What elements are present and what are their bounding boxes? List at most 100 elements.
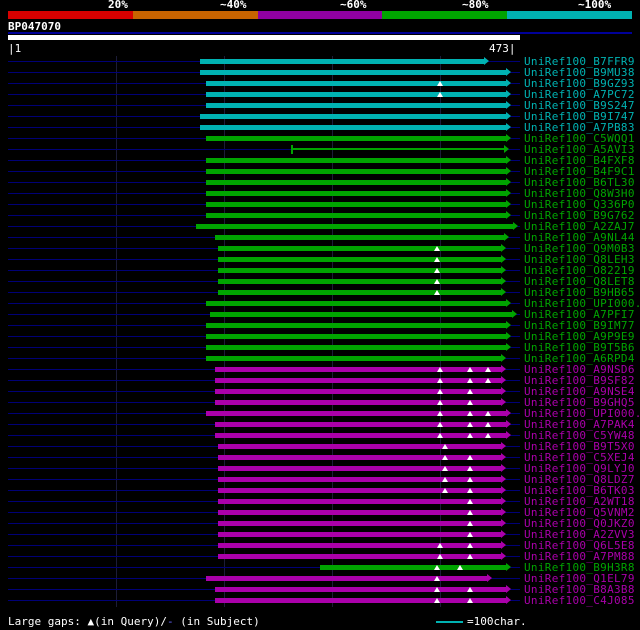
alignment-bar[interactable]: [210, 312, 512, 317]
alignment-bar[interactable]: [206, 301, 507, 306]
gap-marker-icon: [467, 433, 474, 438]
alignment-bar[interactable]: [214, 587, 507, 592]
alignment-bar-arrowhead: [506, 409, 512, 417]
alignment-bar[interactable]: [217, 532, 501, 537]
alignment-bar[interactable]: [217, 444, 501, 449]
alignment-bar-arrowhead: [500, 387, 506, 395]
alignment-bar[interactable]: [217, 279, 501, 284]
alignment-bar[interactable]: [217, 257, 501, 262]
alignment-bar[interactable]: [290, 148, 505, 150]
gap-marker-icon: [436, 411, 443, 416]
alignment-bar-arrowhead: [506, 134, 512, 142]
alignment-bar[interactable]: [206, 92, 507, 97]
alignment-bar[interactable]: [217, 246, 501, 251]
alignment-bar-arrowhead: [506, 299, 512, 307]
alignment-bar[interactable]: [214, 367, 501, 372]
scale-100char-label: =100char.: [467, 615, 527, 628]
alignment-bar-arrowhead: [506, 112, 512, 120]
gap-marker-icon: [467, 598, 474, 603]
alignment-bar[interactable]: [214, 378, 501, 383]
alignment-bar[interactable]: [217, 290, 501, 295]
alignment-bar-arrowhead: [506, 101, 512, 109]
alignment-bar[interactable]: [206, 356, 501, 361]
gap-marker-icon: [433, 598, 440, 603]
gap-marker-icon: [467, 378, 474, 383]
alignment-bar[interactable]: [217, 510, 501, 515]
alignment-bar[interactable]: [206, 158, 507, 163]
alignment-bar[interactable]: [217, 268, 501, 273]
alignment-bar-arrowhead: [500, 398, 506, 406]
alignment-bar[interactable]: [199, 59, 484, 64]
alignment-start-tick: [290, 145, 293, 154]
alignment-bar[interactable]: [214, 235, 505, 240]
gap-marker-icon: [436, 400, 443, 405]
alignment-bar-arrowhead: [506, 68, 512, 76]
alignment-bar-arrowhead: [506, 332, 512, 340]
alignment-bar[interactable]: [319, 565, 507, 570]
hit-label[interactable]: UniRef100_C4J085: [524, 595, 635, 606]
alignment-bar[interactable]: [199, 125, 507, 130]
gap-marker-icon: [484, 422, 491, 427]
alignment-bar[interactable]: [206, 213, 507, 218]
alignment-bar[interactable]: [214, 433, 507, 438]
alignment-bar[interactable]: [206, 334, 507, 339]
legend-segment-2: [257, 11, 383, 19]
alignment-bar[interactable]: [206, 323, 507, 328]
gap-marker-icon: [442, 455, 449, 460]
alignment-bar[interactable]: [206, 180, 507, 185]
alignment-bar[interactable]: [214, 389, 501, 394]
alignment-bar[interactable]: [206, 81, 507, 86]
alignment-bar[interactable]: [206, 576, 487, 581]
gap-marker-icon: [467, 510, 474, 515]
alignment-bar[interactable]: [206, 191, 507, 196]
gap-marker-icon: [436, 433, 443, 438]
alignment-bar[interactable]: [206, 411, 507, 416]
identity-legend-bar: [8, 11, 632, 19]
query-sequence-bar: [8, 35, 520, 40]
alignment-bar[interactable]: [217, 466, 501, 471]
gap-marker-icon: [442, 477, 449, 482]
alignment-bar[interactable]: [214, 400, 501, 405]
alignment-bar[interactable]: [206, 169, 507, 174]
gap-marker-icon: [467, 411, 474, 416]
alignment-bar-arrowhead: [506, 167, 512, 175]
alignment-bar-arrowhead: [500, 277, 506, 285]
alignment-bar[interactable]: [217, 499, 501, 504]
alignment-bar-arrowhead: [504, 233, 510, 241]
alignment-bar[interactable]: [206, 345, 507, 350]
alignment-plot: UniRef100_B7FFR9 UniRef100_B9MU38 UniRef10…: [0, 56, 640, 607]
alignment-bar[interactable]: [214, 598, 507, 603]
alignment-bar[interactable]: [196, 224, 513, 229]
alignment-bar[interactable]: [217, 543, 501, 548]
gap-marker-icon: [467, 532, 474, 537]
gap-marker-icon: [467, 499, 474, 504]
alignment-bar-arrowhead: [500, 541, 506, 549]
gap-marker-icon: [433, 576, 440, 581]
alignment-bar[interactable]: [217, 455, 501, 460]
alignment-bar[interactable]: [206, 103, 507, 108]
alignment-bar[interactable]: [214, 422, 507, 427]
alignment-bar-arrowhead: [506, 79, 512, 87]
alignment-bar[interactable]: [217, 554, 501, 559]
header-divider-band: [8, 32, 632, 34]
alignment-bar[interactable]: [199, 70, 507, 75]
alignment-bar[interactable]: [199, 114, 507, 119]
gap-marker-icon: [442, 444, 449, 449]
gap-marker-icon: [436, 378, 443, 383]
alignment-bar-arrowhead: [500, 288, 506, 296]
gap-marker-icon: [484, 433, 491, 438]
gap-marker-icon: [467, 422, 474, 427]
alignment-bar[interactable]: [206, 202, 507, 207]
gap-marker-icon: [467, 466, 474, 471]
gaps-legend-suffix: (in Subject): [173, 615, 260, 628]
gap-marker-icon: [467, 554, 474, 559]
alignment-bar[interactable]: [217, 521, 501, 526]
gaps-legend-text: Large gaps: ▲(in Query)/- (in Subject): [8, 616, 260, 628]
alignment-bar-arrowhead: [506, 420, 512, 428]
alignment-bar[interactable]: [206, 136, 507, 141]
legend-segment-4: [507, 11, 632, 19]
alignment-bar-arrowhead: [500, 244, 506, 252]
gap-marker-icon: [433, 246, 440, 251]
alignment-bar[interactable]: [217, 477, 501, 482]
alignment-bar[interactable]: [217, 488, 501, 493]
